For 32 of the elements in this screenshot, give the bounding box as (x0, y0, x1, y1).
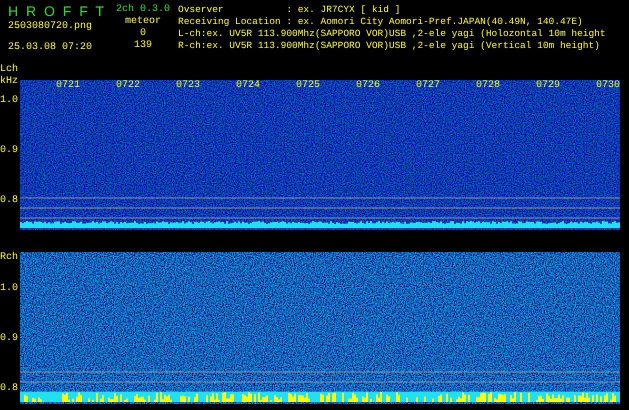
info-line: L-ch:ex. UV5R 113.900Mhz(SAPPORO VOR)USB ,2-ele yagi (Holozontal 10m height (178, 28, 606, 39)
info-label: Receiving Location (178, 16, 282, 28)
time-label: 0726 (354, 80, 381, 92)
info-value: : ex. Aomori City Aomori-Pref.JAPAN(40.49N, 140.47E) (286, 16, 583, 27)
meteor-count: 0 (140, 28, 146, 39)
info-line: R-ch:ex. UV5R 113.900Mhz(SAPPORO VOR)USB ,2-ele yagi (Vertical 10m height) (178, 40, 600, 51)
time-label: 0722 (114, 80, 141, 92)
axis-label: 0.9 (0, 145, 18, 156)
time-label: 0724 (234, 80, 261, 92)
mode-label: meteor (124, 16, 161, 27)
channel-label: Lch (0, 64, 18, 75)
time-label: 0723 (174, 80, 201, 92)
time-label: 0727 (414, 80, 441, 92)
date-time: 25.03.08 07:20 (8, 42, 92, 53)
axis-label: 1.0 (0, 283, 18, 294)
time-label: 0725 (294, 80, 321, 92)
file-name: 2503080720.png (8, 21, 92, 32)
axis-label: 0.8 (0, 195, 18, 206)
time-label: 0729 (534, 80, 561, 92)
time-label: 0721 (54, 80, 81, 92)
version-label: 2ch 0.3.0 (116, 4, 170, 15)
axis-label: 0.8 (0, 383, 18, 394)
meteor-count: 139 (134, 40, 152, 51)
axis-label: 1.0 (0, 95, 18, 106)
unit-label: kHz (0, 76, 18, 87)
channel-label: Rch (0, 252, 18, 263)
info-value: : ex. JR7CYX [ kid ] (286, 4, 400, 15)
axis-label: 0.9 (0, 333, 18, 344)
time-label: 0730 (594, 80, 621, 92)
info-label: Ovserver (178, 4, 225, 16)
app-title: H R O F F T (8, 4, 104, 19)
time-label: 0728 (474, 80, 501, 92)
